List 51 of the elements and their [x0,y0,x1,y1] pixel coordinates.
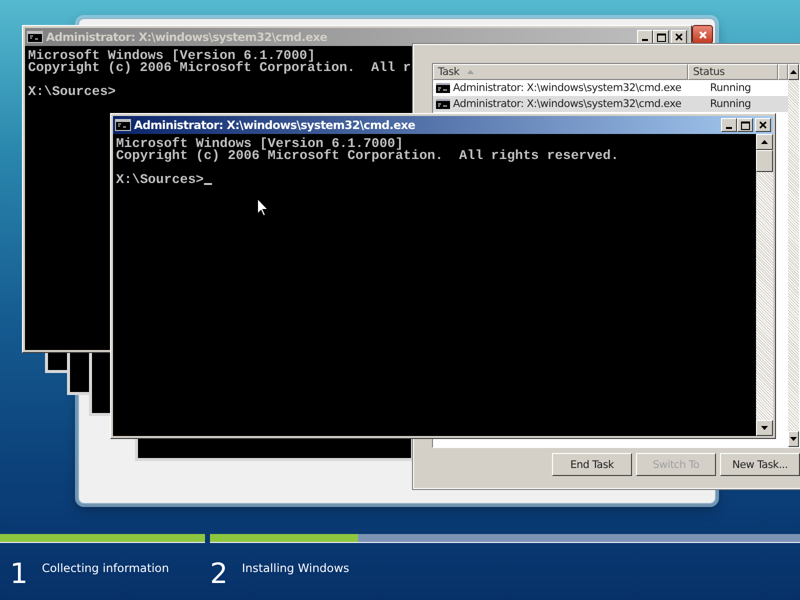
step-number: 2 [210,558,228,590]
window-title: Administrator: X:\windows\system32\cmd.exe [46,30,328,44]
maximize-icon [740,120,750,130]
scroll-bar[interactable] [756,134,773,436]
down-arrow-icon [790,437,797,441]
console-prompt: X:\Sources> [116,174,204,186]
minimize-button[interactable] [637,30,653,44]
maximize-icon [656,32,666,42]
scroll-up-button[interactable] [756,134,773,150]
sort-arrow-icon [467,70,474,74]
task-button[interactable]: New Task... [720,453,800,476]
step-label: Installing Windows [242,561,350,575]
console-text: Copyright (c) 2006 Microsoft Corporation. All r [28,62,412,74]
step-number: 1 [10,558,28,590]
task-name: Administrator: X:\windows\system32\cmd.exe [453,98,682,110]
scroll-down-button[interactable] [788,431,799,447]
console-text: Copyright (c) 2006 Microsoft Corporation. All rights reserved. [116,150,619,162]
scroll-up-button[interactable] [788,64,799,80]
column-header[interactable] [778,64,788,80]
down-arrow-icon [761,426,768,430]
close-icon [675,33,683,41]
window-title: Administrator: X:\windows\system32\cmd.exe [134,118,416,132]
scroll-thumb[interactable] [756,150,773,172]
up-arrow-icon [761,140,768,144]
mouse-pointer-icon [257,198,269,217]
column-header[interactable]: Task [433,64,688,80]
console-icon [27,31,43,43]
scroll-bar[interactable] [788,64,799,447]
task-row[interactable]: Administrator: X:\windows\system32\cmd.exe Running [433,80,788,96]
minimize-button[interactable] [721,118,737,132]
task-name: Administrator: X:\windows\system32\cmd.exe [453,82,682,94]
maximize-button[interactable] [653,30,669,44]
task-status: Running [709,82,751,94]
close-button[interactable] [692,25,713,44]
console-icon [115,119,131,131]
maximize-button[interactable] [737,118,753,132]
close-icon [759,121,767,129]
step-label: Collecting information [42,561,170,575]
console-icon [436,99,450,109]
column-header[interactable]: Status [688,64,778,80]
console-text: Microsoft Windows [Version 6.1.7000] [116,138,404,150]
console-icon [436,83,450,93]
task-status: Running [709,98,751,110]
scroll-down-button[interactable] [756,420,773,436]
console-prompt: X:\Sources> [28,86,116,98]
console-text: Microsoft Windows [Version 6.1.7000] [28,50,316,62]
task-button[interactable]: End Task [552,453,632,476]
close-icon [698,30,706,38]
title-bar[interactable]: Administrator: X:\windows\system32\cmd.exe [113,116,773,134]
task-row[interactable]: Administrator: X:\windows\system32\cmd.exe Running [433,96,788,112]
up-arrow-icon [790,70,797,74]
